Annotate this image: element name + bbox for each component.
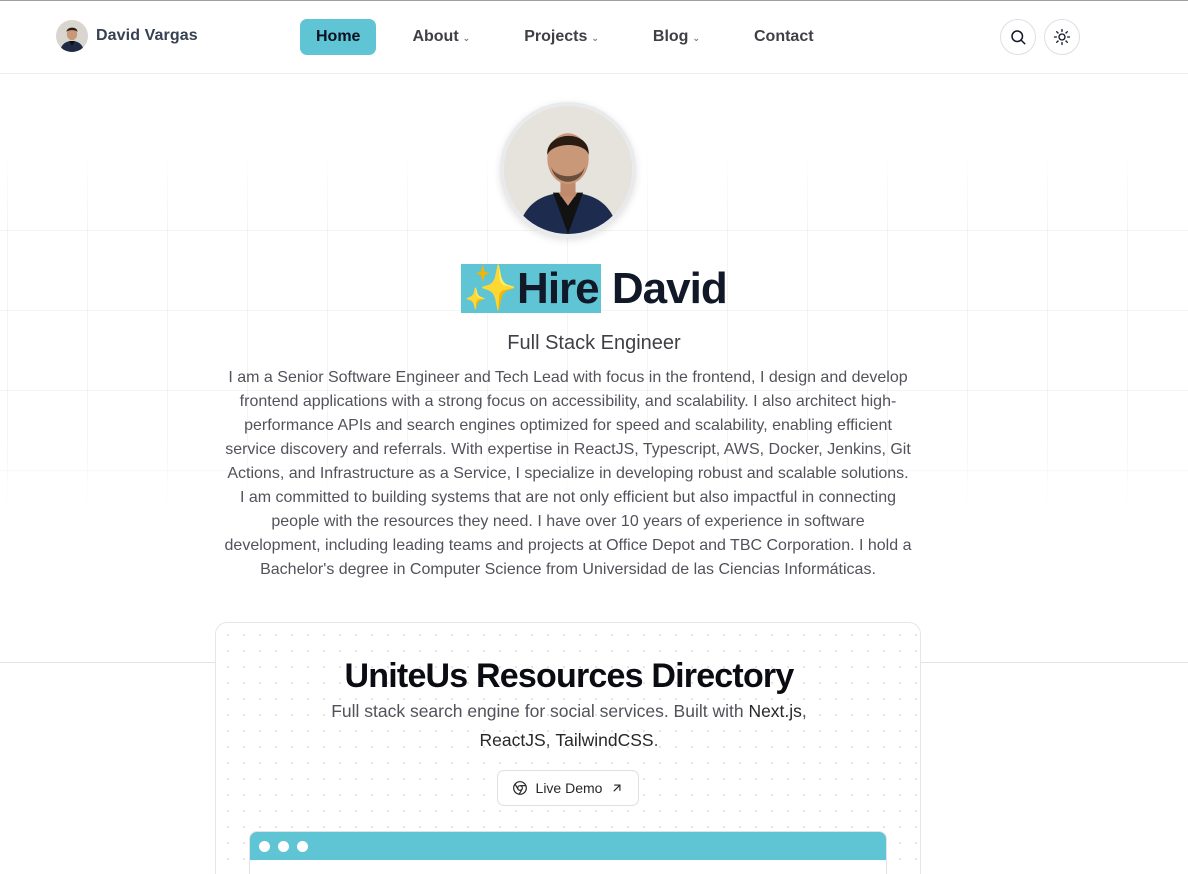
window-dot-icon bbox=[297, 840, 308, 852]
hero-title-highlight: ✨Hire bbox=[461, 264, 601, 313]
browser-titlebar bbox=[250, 832, 886, 860]
hero-bio: I am a Senior Software Engineer and Tech… bbox=[224, 369, 912, 578]
chevron-down-icon: ⌄ bbox=[462, 32, 471, 43]
brand-link[interactable]: David Vargas bbox=[56, 20, 198, 52]
nav-projects-label: Projects bbox=[524, 28, 588, 45]
search-button[interactable] bbox=[1000, 19, 1036, 55]
hero-title-name: David bbox=[611, 264, 728, 313]
chevron-down-icon: ⌄ bbox=[591, 32, 599, 43]
chrome-icon bbox=[512, 781, 527, 795]
project-desc-prefix: Full stack search engine for social serv… bbox=[331, 701, 749, 721]
project-title: UniteUs Resources Directory bbox=[344, 657, 795, 695]
tech-separator: , bbox=[545, 730, 556, 750]
chevron-down-icon: ⌄ bbox=[692, 32, 700, 43]
window-dot-icon bbox=[259, 840, 270, 852]
nav-contact-label: Contact bbox=[753, 28, 814, 45]
tech-nextjs: Next.js bbox=[748, 701, 802, 721]
brand-name: David Vargas bbox=[96, 27, 198, 44]
theme-toggle-button[interactable] bbox=[1044, 19, 1080, 55]
nav-home-label: Home bbox=[316, 28, 361, 45]
nav-blog[interactable]: Blog ⌄ bbox=[637, 19, 716, 55]
brand-avatar bbox=[56, 20, 88, 52]
project-description: Full stack search engine for social serv… bbox=[306, 697, 832, 755]
project-card: UniteUs Resources Directory Full stack s… bbox=[215, 622, 921, 874]
search-icon bbox=[1011, 30, 1026, 45]
arrow-up-right-icon bbox=[613, 784, 621, 792]
project-desc-suffix: . bbox=[653, 730, 659, 750]
nav-contact[interactable]: Contact bbox=[738, 19, 830, 55]
live-demo-button[interactable]: Live Demo bbox=[497, 770, 639, 806]
tech-reactjs: ReactJS bbox=[479, 730, 546, 750]
hero-title: ✨Hire David bbox=[0, 262, 1188, 314]
nav-blog-label: Blog bbox=[652, 28, 689, 45]
window-dot-icon bbox=[278, 840, 289, 852]
sun-icon bbox=[1053, 28, 1071, 46]
nav-home[interactable]: Home bbox=[300, 19, 377, 55]
hero-subtitle: Full Stack Engineer bbox=[507, 332, 681, 354]
tech-separator: , bbox=[801, 701, 807, 721]
nav-projects[interactable]: Projects ⌄ bbox=[508, 19, 615, 55]
hero-avatar bbox=[500, 102, 636, 238]
nav-about-label: About bbox=[412, 28, 459, 45]
nav-about[interactable]: About ⌄ bbox=[396, 19, 486, 55]
project-preview-window bbox=[249, 831, 887, 874]
live-demo-label: Live Demo bbox=[535, 780, 603, 796]
main-navigation: Home About ⌄ Projects ⌄ Blog ⌄ Contact bbox=[300, 19, 830, 55]
tech-tailwindcss: TailwindCSS bbox=[555, 730, 654, 750]
navbar: David Vargas Home About ⌄ Projects ⌄ Blog ⌄… bbox=[0, 1, 1188, 74]
